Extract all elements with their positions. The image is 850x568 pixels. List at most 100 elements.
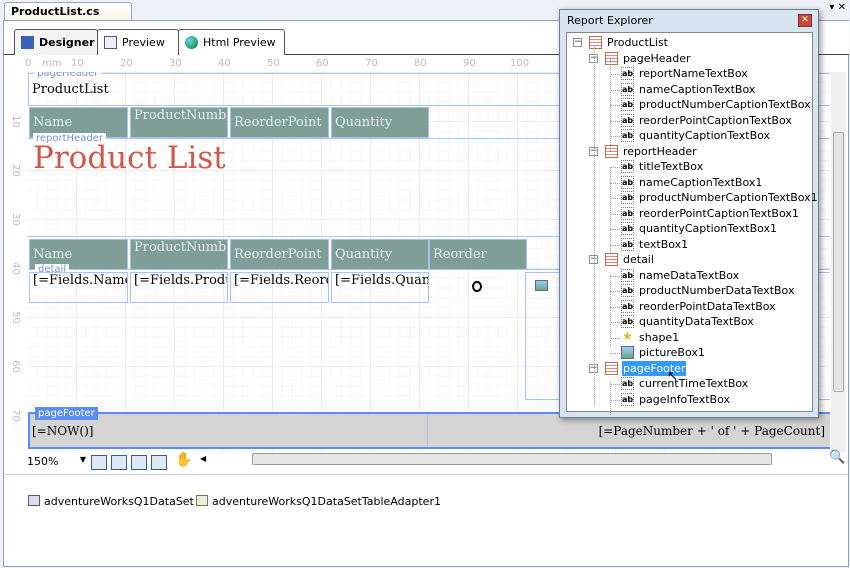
vertical-scrollbar[interactable] — [831, 72, 846, 452]
tree-connector — [610, 244, 620, 246]
textbox-icon: ab — [621, 206, 634, 220]
textbox-icon: ab — [621, 222, 634, 235]
reorder-point-caption-1[interactable]: ReorderPoint — [230, 239, 329, 270]
product-number-caption-1[interactable]: ProductNumber — [130, 239, 228, 270]
ruler-tick: 80 — [414, 58, 427, 69]
tree-connector — [610, 229, 620, 230]
quantity-data-textbox[interactable]: [=Fields.Quantity] — [331, 272, 429, 303]
chevron-down-icon: ▼ — [79, 455, 86, 464]
textbox-icon: ab — [621, 82, 634, 96]
hand-icon[interactable]: ✋ — [175, 452, 192, 468]
tree-node-label: reorderPointCaptionTextBox1 — [639, 206, 799, 220]
tree-node-label: reorderPointDataTextBox — [639, 299, 776, 313]
tray-item-dataset[interactable]: adventureWorksQ1DataSet — [44, 495, 194, 508]
reorder-point-caption[interactable]: ReorderPoint — [230, 107, 329, 138]
tab-html-preview[interactable]: Html Preview — [178, 29, 285, 55]
tree-connector — [610, 322, 620, 323]
tree-node-label: reorderPointCaptionTextBox — [639, 113, 792, 127]
ruler-tick: 40 — [9, 262, 21, 275]
tree-connector — [610, 353, 620, 354]
ruler-tick: 70 — [365, 58, 378, 69]
report-tree[interactable]: ProductList − pageHeader − ab reportNameTextB… — [566, 32, 818, 415]
mouse-cursor-icon: ↖ — [667, 369, 678, 384]
divider — [427, 414, 428, 447]
close-icon[interactable]: ✕ — [798, 14, 812, 27]
tree-node-label: pageInfoTextBox — [639, 392, 730, 406]
report-name-textbox[interactable]: ProductList — [32, 82, 109, 97]
name-data-textbox[interactable]: [=Fields.Name] — [29, 272, 128, 303]
product-number-data-textbox[interactable]: [=Fields.ProductNumber] — [130, 272, 228, 303]
ruler-tick: 70 — [9, 409, 21, 422]
current-time-textbox[interactable]: [=NOW()] — [32, 424, 93, 438]
tree-connector — [610, 167, 620, 168]
quantity-caption[interactable]: Quantity — [331, 107, 429, 138]
ruler-tick: 20 — [9, 164, 21, 177]
tree-node-label: reportNameTextBox — [639, 67, 748, 80]
tree-connector — [610, 291, 620, 292]
page-info-textbox[interactable]: [=PageNumber + ' of ' + PageCount] — [599, 424, 825, 438]
textbox-icon: ab — [621, 299, 634, 313]
globe-icon — [185, 36, 198, 49]
tree-connector — [610, 306, 620, 308]
scroll-thumb[interactable] — [833, 132, 844, 392]
page-footer-label[interactable]: pageFooter — [35, 407, 98, 420]
close-document-icon[interactable]: ▾ ✕ — [829, 2, 846, 13]
snap-icon[interactable] — [111, 455, 127, 470]
tree-node-label: quantityCaptionTextBox — [639, 129, 771, 142]
report-explorer-window[interactable]: Report Explorer ✕ ProductList − pageHeader… — [559, 9, 819, 418]
tree-connector — [610, 136, 620, 137]
section-icon — [605, 253, 618, 266]
zoom-magnifier-icon[interactable]: 🔍 — [829, 450, 845, 465]
tree-node-label: reportHeader — [623, 144, 697, 158]
horizontal-scrollbar[interactable] — [252, 453, 772, 465]
shape-icon: ★ — [622, 328, 633, 343]
tree-connector — [610, 59, 611, 151]
textbox-icon: ab — [621, 392, 634, 406]
preview-icon — [104, 36, 117, 49]
title-textbox[interactable]: Product List — [33, 140, 226, 176]
section-icon — [605, 51, 618, 65]
ruler-tick: 30 — [169, 58, 182, 69]
tree-node-label: productNumberCaptionTextBox — [639, 98, 811, 111]
tree-connector — [610, 120, 620, 122]
section-icon — [605, 144, 618, 158]
tree-connector — [610, 383, 611, 415]
textbox-icon: ab — [621, 315, 634, 328]
tree-node-label: shape1 — [639, 330, 680, 344]
tab-preview[interactable]: Preview — [97, 29, 179, 55]
grid-icon[interactable] — [91, 455, 107, 470]
tree-node-label: quantityDataTextBox — [639, 315, 754, 328]
reorder-point-data-textbox[interactable]: [=Fields.ReorderPoint] — [230, 272, 329, 303]
product-number-caption[interactable]: ProductNumber — [130, 107, 228, 138]
ruler-tick: 10 — [71, 58, 84, 69]
tree-node-label: nameCaptionTextBox — [639, 82, 756, 96]
tree-node-label: productNumberDataTextBox — [639, 284, 795, 297]
vertical-ruler: 10 20 30 40 50 60 70 — [5, 72, 27, 452]
scroll-left-icon[interactable]: ◀ — [200, 454, 206, 463]
page-header-label[interactable]: pageHeader — [34, 72, 102, 80]
tree-node-label: pictureBox1 — [639, 346, 705, 359]
tab-designer[interactable]: Designer — [14, 29, 98, 56]
collapse-toggle-icon[interactable]: − — [573, 38, 582, 47]
section-icon — [605, 361, 618, 375]
designer-icon — [21, 36, 34, 49]
textbox-1[interactable]: Reorder — [429, 239, 527, 270]
ruler-tick: 40 — [218, 58, 231, 69]
picture-icon — [535, 280, 548, 291]
tree-node-label: pageHeader — [623, 51, 691, 65]
ruler-unit: mm — [42, 58, 62, 69]
picture-icon — [621, 346, 634, 359]
tree-connector — [610, 167, 611, 253]
report-explorer-title: Report Explorer — [567, 14, 653, 27]
tree-connector — [610, 384, 620, 385]
tree-connector — [610, 275, 620, 277]
tray-item-table-adapter[interactable]: adventureWorksQ1DataSetTableAdapter1 — [212, 495, 441, 508]
quantity-caption-1[interactable]: Quantity — [331, 239, 429, 270]
zoom-combo[interactable]: 150% ▼ — [25, 453, 88, 470]
rulers-icon[interactable] — [151, 455, 167, 470]
zoom-value: 150% — [27, 455, 59, 468]
document-tab[interactable]: ProductList.cs [Design]* — [4, 2, 132, 31]
tree-connector — [610, 198, 620, 199]
shape-circle-icon[interactable] — [472, 281, 482, 292]
bands-icon[interactable] — [131, 455, 147, 470]
